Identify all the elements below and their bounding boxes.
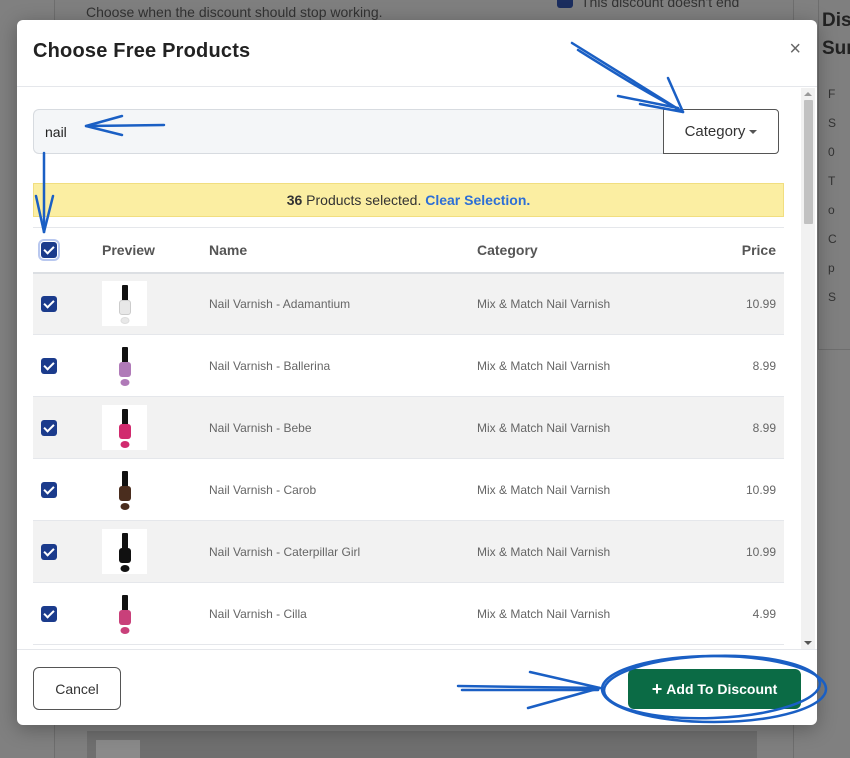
product-price: 8.99 [710,334,784,397]
add-to-discount-label: Add To Discount [666,680,778,697]
selection-banner: 36 Products selected. Clear Selection. [33,183,784,217]
row-checkbox[interactable] [41,419,57,436]
row-checkbox[interactable] [41,605,57,622]
product-thumbnail [102,467,147,512]
background-checkbox [557,0,573,8]
product-thumbnail [102,281,147,327]
scroll-up-arrow-icon[interactable] [804,92,812,96]
scroll-down-arrow-icon[interactable] [804,641,812,645]
add-to-discount-button[interactable]: + Add To Discount [628,669,801,709]
selected-text: Products selected. [302,192,426,208]
background-summary-item: F [828,87,836,101]
product-name: Nail Varnish - Bebe [209,396,477,459]
clear-selection-link[interactable]: Clear Selection. [425,192,530,208]
background-checkbox-label: This discount doesn't end [581,0,740,10]
product-name: Nail Varnish - Ballerina [209,334,477,397]
background-description: Choose when the discount should stop wor… [86,4,383,20]
background-summary-item: S [828,290,837,304]
select-all-cell [33,227,102,274]
row-checkbox[interactable] [41,295,57,312]
row-checkbox[interactable] [41,543,57,560]
table-row[interactable]: Nail Varnish - Bebe Mix & Match Nail Var… [33,396,784,459]
product-price: 10.99 [710,272,784,335]
background-summary-item: S [828,116,837,130]
column-header-preview: Preview [102,227,209,274]
product-price: 10.99 [710,520,784,583]
column-header-name[interactable]: Name [209,227,477,274]
category-dropdown-button[interactable]: Category [663,109,779,154]
column-header-price[interactable]: Price [710,227,784,274]
product-category: Mix & Match Nail Varnish [477,334,710,397]
background-summary-item: o [828,203,835,217]
category-dropdown-label: Category [684,123,746,140]
product-category: Mix & Match Nail Varnish [477,458,710,521]
background-summary-item: 0 [828,145,835,159]
plus-icon: + [651,678,663,699]
scrollbar-thumb[interactable] [804,100,813,224]
background-product-thumbnail [96,740,140,758]
modal-title: Choose Free Products [33,40,251,62]
modal-header: Choose Free Products × [17,20,817,87]
background-summary-item: C [828,232,837,246]
cancel-button[interactable]: Cancel [33,667,121,710]
product-search-input[interactable] [33,109,663,154]
product-price: 4.99 [710,582,784,645]
product-category: Mix & Match Nail Varnish [477,520,710,583]
products-table: Preview Name Category Price Nail Varnish… [33,227,784,645]
close-icon[interactable]: × [789,38,801,61]
table-header-row: Preview Name Category Price [33,227,784,274]
product-name: Nail Varnish - Adamantium [209,272,477,335]
modal-footer: Cancel + Add To Discount [17,649,817,725]
background-product-row [87,731,757,758]
modal-scrollbar[interactable] [801,88,815,649]
choose-free-products-modal: Choose Free Products × Category 36 Produ… [17,20,817,725]
column-header-category[interactable]: Category [477,227,710,274]
product-thumbnail [102,529,147,574]
product-thumbnail [102,405,147,450]
table-row[interactable]: Nail Varnish - Carob Mix & Match Nail Va… [33,458,784,521]
search-row: Category [33,109,779,154]
product-name: Nail Varnish - Carob [209,458,477,521]
select-all-checkbox[interactable] [38,239,60,262]
product-category: Mix & Match Nail Varnish [477,396,710,459]
background-summary-title: Discount Summary [822,10,850,59]
background-summary-item: p [828,261,835,275]
caret-down-icon [749,130,758,135]
modal-body: Category 36 Products selected. Clear Sel… [17,88,817,649]
product-name: Nail Varnish - Cilla [209,582,477,645]
product-price: 8.99 [710,396,784,459]
product-name: Nail Varnish - Caterpillar Girl [209,520,477,583]
table-row[interactable]: Nail Varnish - Adamantium Mix & Match Na… [33,272,784,335]
product-thumbnail [102,343,147,388]
background-summary-list: F S 0 T o C p S [828,86,850,318]
product-thumbnail [102,591,147,636]
row-checkbox[interactable] [41,357,57,374]
selected-count: 36 [286,192,303,208]
product-category: Mix & Match Nail Varnish [477,582,710,645]
product-price: 10.99 [710,458,784,521]
background-summary-item: T [828,174,836,188]
row-checkbox[interactable] [41,481,57,498]
product-category: Mix & Match Nail Varnish [477,272,710,335]
table-row[interactable]: Nail Varnish - Caterpillar Girl Mix & Ma… [33,520,784,583]
table-row[interactable]: Nail Varnish - Ballerina Mix & Match Nai… [33,334,784,397]
table-row[interactable]: Nail Varnish - Cilla Mix & Match Nail Va… [33,582,784,645]
